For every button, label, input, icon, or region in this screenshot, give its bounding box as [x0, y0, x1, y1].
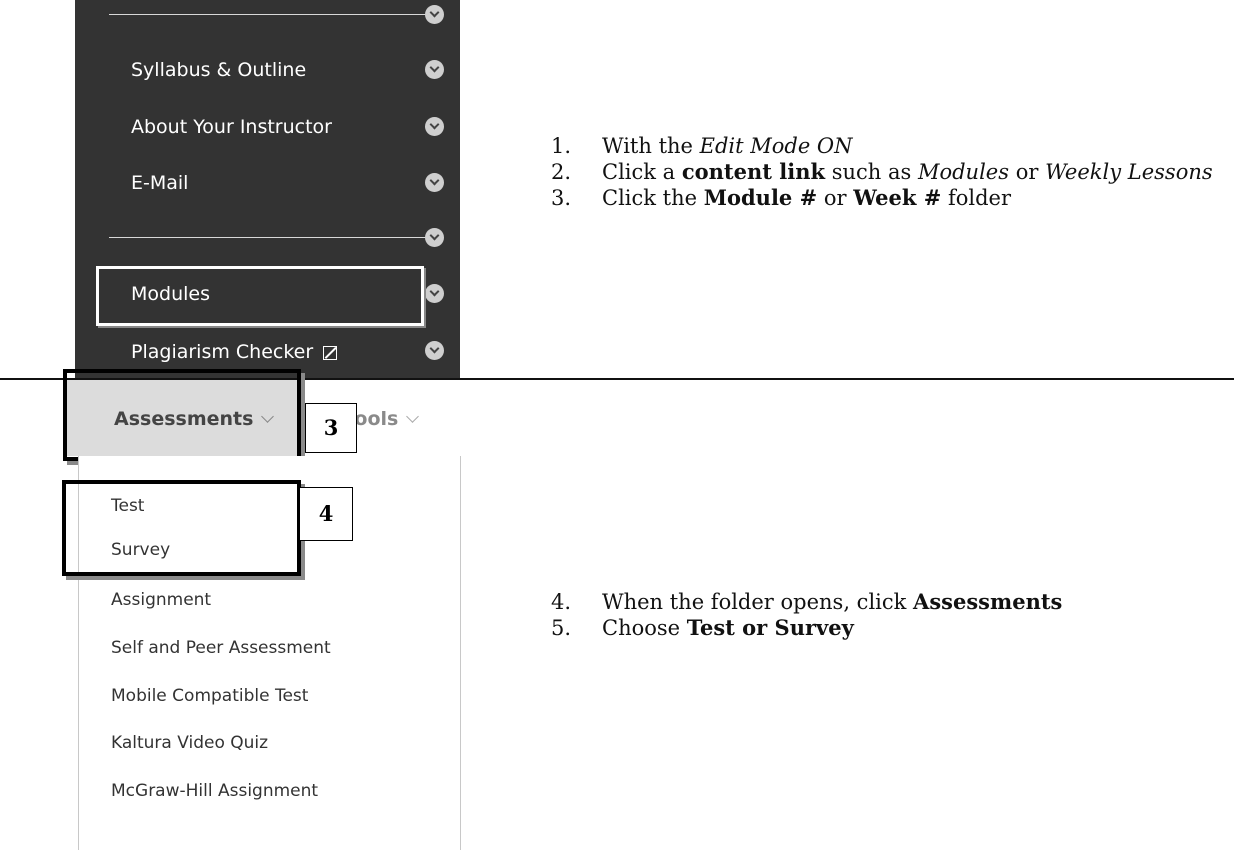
step-text: Click a	[602, 160, 682, 184]
step-number: 2.	[551, 160, 572, 184]
dropdown-item-mcgraw-hill-assignment[interactable]: McGraw-Hill Assignment	[111, 781, 318, 801]
step-badge-3: 3	[305, 403, 357, 453]
test-survey-highlight-box	[62, 480, 301, 576]
instruction-step: 1. With the Edit Mode ON	[551, 133, 1231, 159]
step-number: 4.	[551, 590, 572, 614]
modules-highlight-box	[96, 266, 424, 326]
step-bold-text: Week #	[853, 185, 942, 210]
menu-item-label: Plagiarism Checker	[131, 341, 314, 363]
step-italic-text: Weekly Lessons	[1045, 160, 1213, 184]
menu-item-syllabus[interactable]: Syllabus & Outline	[131, 59, 306, 81]
menu-item-about-instructor[interactable]: About Your Instructor	[131, 116, 332, 138]
dropdown-item-assignment[interactable]: Assignment	[111, 590, 211, 610]
instruction-step: 2. Click a content link such as Modules o…	[551, 159, 1231, 185]
menu-item-label: About Your Instructor	[131, 116, 332, 138]
dropdown-item-mobile-compatible-test[interactable]: Mobile Compatible Test	[111, 686, 308, 706]
chevron-down-icon[interactable]	[425, 60, 444, 79]
instruction-step: 3. Click the Module # or Week # folder	[551, 185, 1231, 211]
chevron-down-icon[interactable]	[425, 284, 444, 303]
step-bold-text: Assessments	[913, 589, 1063, 614]
menu-item-label: Syllabus & Outline	[131, 59, 307, 81]
instructions-steps-1-3: 1. With the Edit Mode ON 2. Click a conten…	[551, 133, 1231, 211]
step-italic-text: Edit Mode ON	[699, 134, 853, 158]
hidden-from-students-icon	[323, 345, 338, 360]
step-italic-text: Modules	[917, 160, 1010, 184]
dropdown-item-self-peer-assessment[interactable]: Self and Peer Assessment	[111, 638, 331, 658]
step-text: Choose	[602, 616, 687, 640]
dropdown-item-kaltura-video-quiz[interactable]: Kaltura Video Quiz	[111, 733, 268, 753]
menu-item-label: E-Mail	[131, 172, 189, 194]
step-bold-text: Test or Survey	[686, 615, 854, 640]
step-text: When the folder opens, click	[602, 590, 914, 614]
step-text: such as	[825, 160, 918, 184]
step-text: With the	[602, 134, 700, 158]
course-menu: Syllabus & Outline About Your Instructor…	[75, 0, 460, 379]
step-number: 1.	[551, 134, 572, 158]
step-badge-4: 4	[299, 487, 353, 541]
step-bold-text: content link	[681, 159, 826, 184]
step-text: or	[817, 186, 854, 210]
chevron-down-icon[interactable]	[425, 117, 444, 136]
chevron-down-icon[interactable]	[425, 228, 444, 247]
step-text: folder	[941, 186, 1012, 210]
chevron-down-icon	[406, 410, 420, 423]
chevron-down-icon[interactable]	[425, 173, 444, 192]
instruction-step: 5. Choose Test or Survey	[551, 615, 1231, 641]
instructions-steps-4-5: 4. When the folder opens, click Assessmen…	[551, 589, 1231, 641]
step-number: 3.	[551, 186, 572, 210]
assessments-highlight-box	[63, 369, 301, 461]
chevron-down-icon[interactable]	[425, 5, 444, 24]
menu-divider	[109, 14, 427, 15]
step-text: Click the	[602, 186, 704, 210]
menu-divider	[109, 237, 427, 238]
instruction-step: 4. When the folder opens, click Assessmen…	[551, 589, 1231, 615]
step-text: or	[1009, 160, 1046, 184]
step-bold-text: Module #	[703, 185, 818, 210]
step-number: 5.	[551, 616, 572, 640]
chevron-down-icon[interactable]	[425, 341, 444, 360]
menu-item-plagiarism-checker[interactable]: Plagiarism Checker	[131, 341, 338, 363]
menu-item-email[interactable]: E-Mail	[131, 172, 188, 194]
